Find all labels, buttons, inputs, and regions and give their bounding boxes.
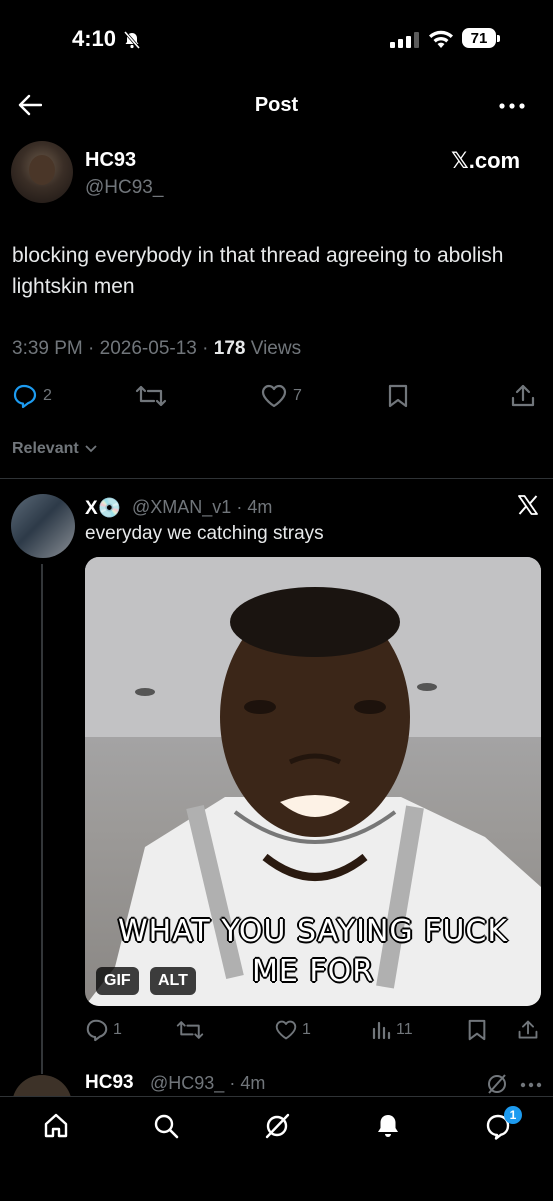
- reply-author-name[interactable]: X💿: [85, 496, 121, 520]
- sort-label: Relevant: [12, 440, 79, 457]
- reply-views-button[interactable]: 11: [372, 1018, 413, 1042]
- page-title: Post: [254, 94, 299, 116]
- bookmark-icon: [468, 1019, 486, 1041]
- bookmark-icon: [388, 384, 408, 408]
- post-metadata: 3:39 PM · 2026-05-13 · 178 Views: [12, 338, 302, 359]
- search-icon[interactable]: [152, 1112, 180, 1140]
- more-options-icon[interactable]: [498, 96, 526, 116]
- repost-icon: [135, 385, 167, 407]
- next-reply-author-name[interactable]: HC93: [85, 1072, 134, 1094]
- views-count: 178: [213, 338, 246, 359]
- reply-author-handle[interactable]: @XMAN_v1 · 4m: [132, 497, 272, 518]
- battery-tip: [497, 35, 500, 42]
- heart-icon: [261, 384, 287, 408]
- next-reply-author-handle[interactable]: @HC93_ · 4m: [150, 1073, 265, 1094]
- next-reply-more-icon[interactable]: [520, 1082, 542, 1088]
- reply-text: everyday we catching strays: [85, 523, 324, 544]
- reply-share-button[interactable]: [517, 1018, 539, 1042]
- reply-reply-count: 1: [113, 1021, 122, 1038]
- reply-repost-button[interactable]: [176, 1018, 204, 1042]
- bookmark-button[interactable]: [386, 382, 410, 410]
- reply-views-count: 11: [396, 1021, 413, 1038]
- post-date: 2026-05-13: [99, 338, 197, 359]
- messages-badge: 1: [504, 1106, 522, 1124]
- post-text: blocking everybody in that thread agreei…: [12, 244, 504, 298]
- reply-bookmark-button[interactable]: [466, 1018, 488, 1042]
- wifi-icon: [428, 29, 454, 49]
- gif-media[interactable]: WHAT YOU SAYING FUCK ME FOR: [85, 557, 541, 1006]
- reply-like-count: 1: [302, 1021, 311, 1038]
- reply-like-button[interactable]: 1: [274, 1018, 311, 1042]
- reply-reply-button[interactable]: 1: [85, 1018, 122, 1042]
- reply-icon: [13, 384, 37, 409]
- repost-icon: [176, 1021, 204, 1039]
- sort-replies-dropdown[interactable]: Relevant: [12, 440, 97, 458]
- like-count: 7: [293, 387, 302, 404]
- cellular-signal-icon: [390, 32, 420, 48]
- x-logo-icon: [517, 494, 539, 516]
- views-label: Views: [250, 338, 302, 359]
- bell-muted-icon: [122, 30, 142, 50]
- home-icon[interactable]: [42, 1112, 70, 1140]
- author-name[interactable]: HC93: [85, 149, 136, 172]
- author-avatar[interactable]: [11, 141, 73, 203]
- alt-text-button[interactable]: ALT: [150, 967, 196, 995]
- reply-icon: [86, 1019, 108, 1042]
- gif-badge: GIF: [96, 967, 139, 995]
- notifications-bell-icon[interactable]: [374, 1112, 402, 1140]
- share-button[interactable]: [510, 382, 536, 410]
- battery-indicator: 71: [462, 28, 496, 48]
- reply-count: 2: [43, 387, 52, 404]
- post-time: 3:39 PM: [12, 338, 83, 359]
- share-icon: [511, 384, 535, 407]
- grok-icon[interactable]: [486, 1073, 508, 1095]
- reply-button[interactable]: 2: [12, 382, 52, 410]
- author-handle[interactable]: @HC93_: [85, 177, 163, 199]
- repost-button[interactable]: [135, 382, 167, 410]
- grok-nav-icon[interactable]: [263, 1112, 291, 1140]
- thread-line: [41, 564, 43, 1074]
- like-button[interactable]: 7: [260, 382, 302, 410]
- x-com-label[interactable]: 𝕏.com: [451, 148, 520, 174]
- heart-icon: [275, 1020, 297, 1040]
- meme-caption-line-1: WHAT YOU SAYING FUCK: [117, 914, 509, 949]
- status-time: 4:10: [72, 26, 117, 51]
- views-chart-icon: [372, 1021, 391, 1040]
- divider: [0, 478, 553, 479]
- share-icon: [518, 1020, 538, 1039]
- chevron-down-icon: [85, 445, 97, 453]
- reply-author-avatar[interactable]: [11, 494, 75, 558]
